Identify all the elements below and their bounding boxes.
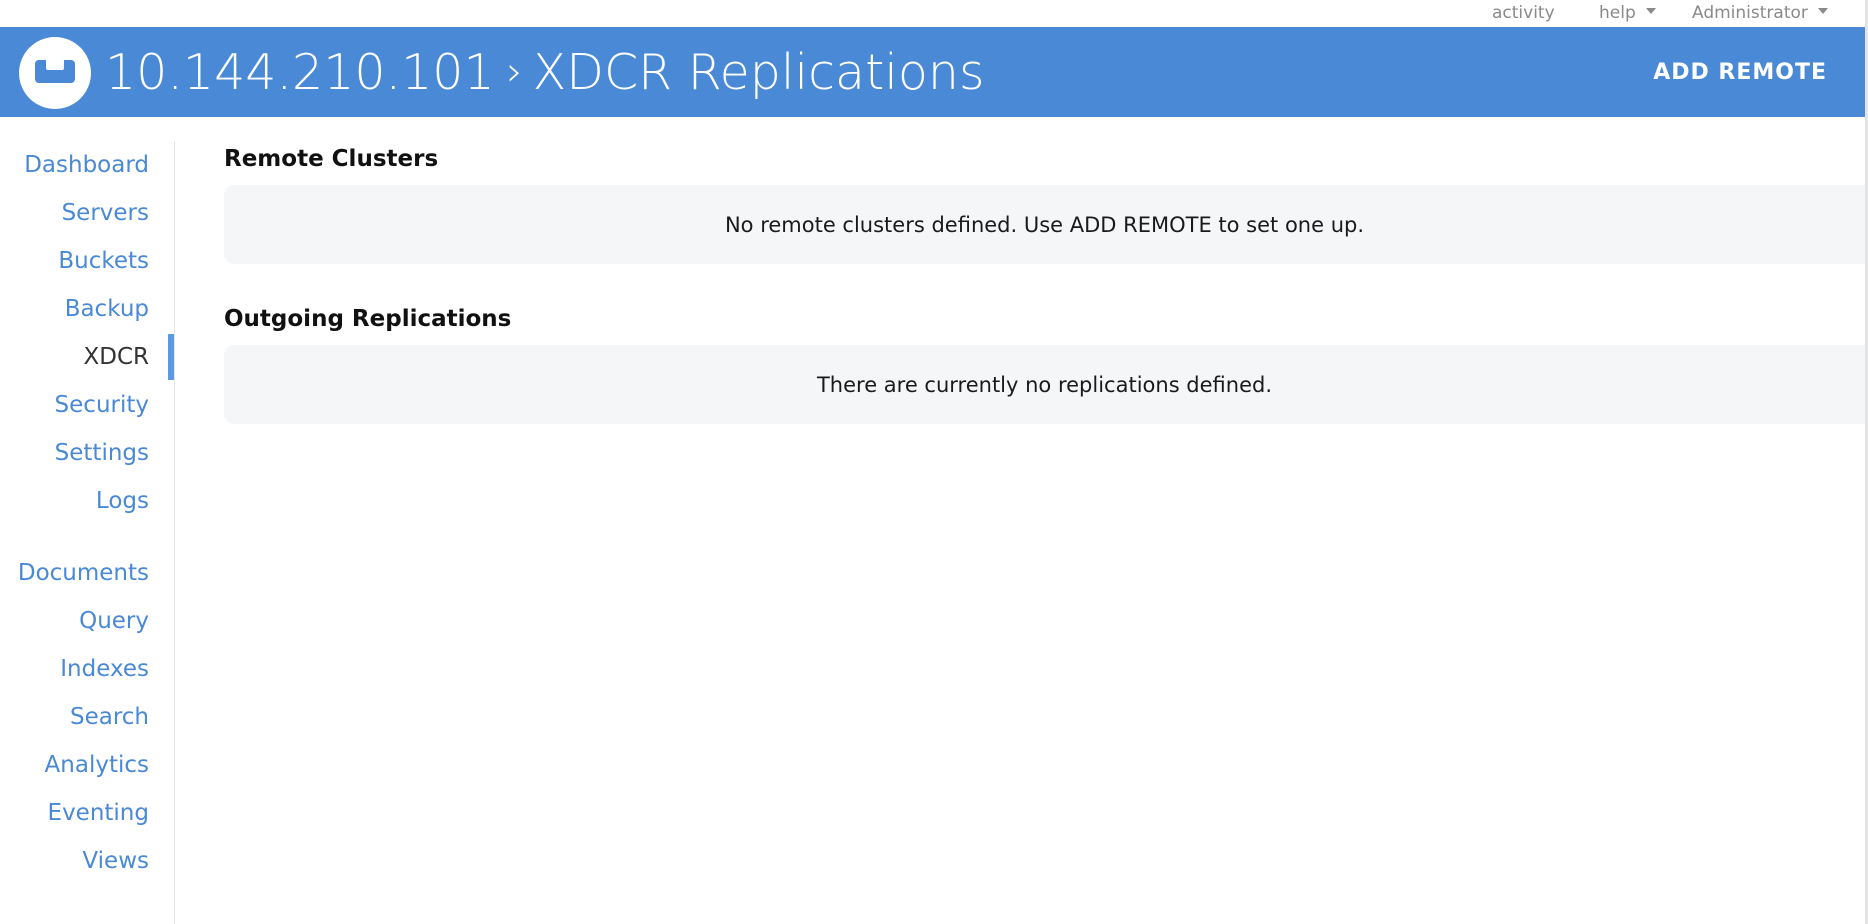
caret-down-icon [1817,8,1828,14]
sidebar-item-settings[interactable]: Settings [0,429,174,477]
sidebar-item-dashboard[interactable]: Dashboard [0,141,174,189]
sidebar-item-query[interactable]: Query [0,597,174,645]
app-root: activity help Administrator 10.144.210.1… [0,0,1868,924]
add-remote-button[interactable]: ADD REMOTE [1653,55,1827,89]
sidebar-item-eventing[interactable]: Eventing [0,789,174,837]
caret-down-icon [1645,8,1656,14]
chevron-right-icon: › [506,49,523,95]
sidebar-item-servers[interactable]: Servers [0,189,174,237]
outgoing-replications-empty-state: There are currently no replications defi… [224,345,1865,424]
sidebar-item-security[interactable]: Security [0,381,174,429]
outgoing-replications-title: Outgoing Replications [224,306,512,332]
logo-mark [35,60,75,83]
sidebar-item-search[interactable]: Search [0,693,174,741]
sidebar-nav: Dashboard Servers Buckets Backup XDCR Se… [0,141,175,924]
sidebar-item-indexes[interactable]: Indexes [0,645,174,693]
main-content: Remote Clusters No remote clusters defin… [224,117,1865,424]
sidebar-item-xdcr[interactable]: XDCR [0,333,174,381]
remote-clusters-empty-message: No remote clusters defined. Use ADD REMO… [724,212,1365,237]
couchbase-logo-icon[interactable] [19,37,91,109]
sidebar-item-analytics[interactable]: Analytics [0,741,174,789]
remote-clusters-section: Remote Clusters No remote clusters defin… [224,144,1865,264]
user-label: Administrator [1692,3,1808,23]
activity-link[interactable]: activity [1492,3,1555,23]
remote-clusters-empty-state: No remote clusters defined. Use ADD REMO… [224,185,1865,264]
sidebar-item-documents[interactable]: Documents [0,549,174,597]
sidebar-item-buckets[interactable]: Buckets [0,237,174,285]
sidebar-item-backup[interactable]: Backup [0,285,174,333]
sidebar-item-views[interactable]: Views [0,837,174,885]
page-title: XDCR Replications [532,43,985,101]
help-label: help [1599,3,1636,23]
help-menu[interactable]: help [1599,3,1656,23]
logo-notch [46,60,64,70]
user-menu[interactable]: Administrator [1692,3,1828,23]
outgoing-replications-empty-message: There are currently no replications defi… [816,372,1273,397]
remote-clusters-title: Remote Clusters [224,146,439,172]
outgoing-replications-section: Outgoing Replications There are currentl… [224,304,1865,424]
breadcrumb-host[interactable]: 10.144.210.101 [105,44,495,101]
breadcrumb: 10.144.210.101 › XDCR Replications [105,41,984,103]
utility-bar: activity help Administrator [0,0,1865,27]
page-header: 10.144.210.101 › XDCR Replications ADD R… [0,27,1865,117]
sidebar-item-logs[interactable]: Logs [0,477,174,525]
